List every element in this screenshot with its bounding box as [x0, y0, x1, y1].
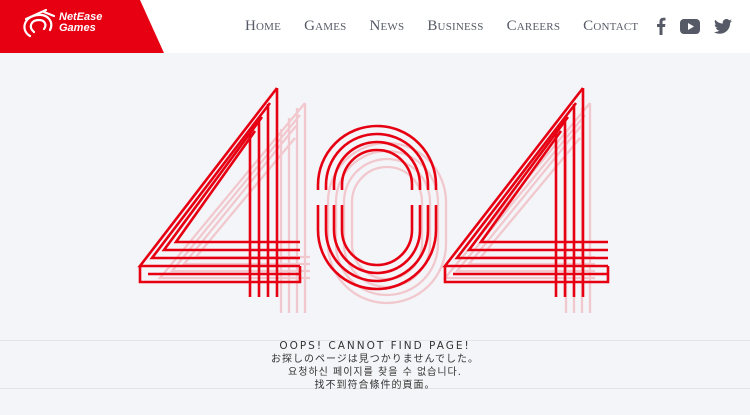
facebook-icon[interactable]	[656, 17, 666, 40]
nav-games[interactable]: Games	[304, 18, 346, 35]
error-message-chinese: 找不到符合條件的頁面。	[314, 380, 436, 391]
main-nav: Home Games News Business Careers Contact	[245, 0, 661, 53]
error-message-japanese: お探しのページは見つかりませんでした。	[271, 354, 479, 365]
error-message: OOPS! CANNOT FIND PAGE! お探しのページは見つかりませんで…	[0, 340, 750, 392]
nav-home[interactable]: Home	[245, 18, 281, 35]
nav-contact[interactable]: Contact	[583, 18, 638, 35]
nav-careers[interactable]: Careers	[507, 18, 561, 35]
error-code-graphic	[137, 87, 610, 313]
top-navigation-bar: NetEase Games Home Games News Business C…	[0, 0, 750, 53]
youtube-icon[interactable]	[680, 18, 700, 39]
netease-games-logo[interactable]: NetEase Games	[0, 0, 164, 53]
twitter-icon[interactable]	[714, 18, 732, 39]
error-message-korean: 요청하신 페이지를 찾을 수 없습니다.	[288, 367, 462, 378]
nav-news[interactable]: News	[369, 18, 404, 35]
error-message-english: OOPS! CANNOT FIND PAGE!	[279, 340, 471, 352]
social-links	[656, 17, 732, 40]
error-hero	[0, 53, 750, 343]
nav-business[interactable]: Business	[427, 18, 483, 35]
brand-name: NetEase Games	[59, 12, 102, 34]
brand-name-line2: Games	[59, 22, 96, 34]
